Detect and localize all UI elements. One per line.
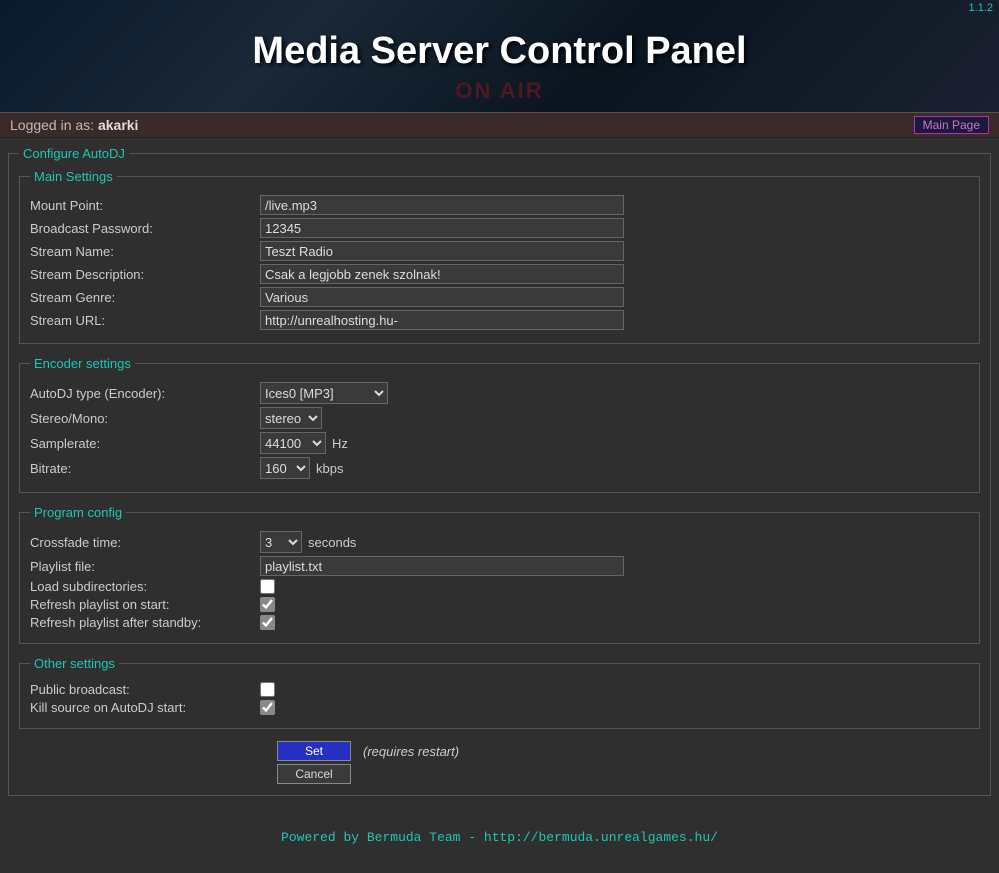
refresh-start-checkbox[interactable]: [260, 597, 275, 612]
public-checkbox[interactable]: [260, 682, 275, 697]
encoder-legend: Encoder settings: [30, 356, 135, 371]
kill-source-label: Kill source on AutoDJ start:: [30, 700, 260, 715]
encoder-type-select[interactable]: Ices0 [MP3]: [260, 382, 388, 404]
footer-link[interactable]: http://bermuda.unrealgames.hu/: [484, 830, 718, 845]
playlist-label: Playlist file:: [30, 559, 260, 574]
crossfade-label: Crossfade time:: [30, 535, 260, 550]
subdirs-checkbox[interactable]: [260, 579, 275, 594]
stereo-select[interactable]: stereo: [260, 407, 322, 429]
hz-suffix: Hz: [332, 436, 348, 451]
configure-autodj-fieldset: Configure AutoDJ Main Settings Mount Poi…: [8, 146, 991, 796]
samplerate-label: Samplerate:: [30, 436, 260, 451]
samplerate-select[interactable]: 44100: [260, 432, 326, 454]
refresh-start-label: Refresh playlist on start:: [30, 597, 260, 612]
stream-genre-label: Stream Genre:: [30, 290, 260, 305]
subdirs-label: Load subdirectories:: [30, 579, 260, 594]
main-settings-fieldset: Main Settings Mount Point: Broadcast Pas…: [19, 169, 980, 344]
footer: Powered by Bermuda Team - http://bermuda…: [0, 816, 999, 863]
stereo-label: Stereo/Mono:: [30, 411, 260, 426]
public-label: Public broadcast:: [30, 682, 260, 697]
refresh-standby-label: Refresh playlist after standby:: [30, 615, 260, 630]
stream-name-input[interactable]: [260, 241, 624, 261]
main-settings-legend: Main Settings: [30, 169, 117, 184]
banner: 1.1.2 Media Server Control Panel ON AIR: [0, 0, 999, 112]
seconds-suffix: seconds: [308, 535, 356, 550]
stream-url-input[interactable]: [260, 310, 624, 330]
kill-source-checkbox[interactable]: [260, 700, 275, 715]
set-button[interactable]: Set: [277, 741, 351, 761]
crossfade-select[interactable]: 3: [260, 531, 302, 553]
mount-label: Mount Point:: [30, 198, 260, 213]
password-input[interactable]: [260, 218, 624, 238]
other-legend: Other settings: [30, 656, 119, 671]
topbar: Logged in as: akarki Main Page: [0, 112, 999, 138]
onair-text: ON AIR: [455, 78, 543, 104]
outer-legend: Configure AutoDJ: [19, 146, 129, 161]
bitrate-label: Bitrate:: [30, 461, 260, 476]
refresh-standby-checkbox[interactable]: [260, 615, 275, 630]
program-config-fieldset: Program config Crossfade time:3 seconds P…: [19, 505, 980, 644]
kbps-suffix: kbps: [316, 461, 343, 476]
version-label: 1.1.2: [969, 2, 993, 14]
encoder-type-label: AutoDJ type (Encoder):: [30, 386, 260, 401]
mount-input[interactable]: [260, 195, 624, 215]
stream-desc-input[interactable]: [260, 264, 624, 284]
restart-note: (requires restart): [363, 744, 459, 759]
stream-desc-label: Stream Description:: [30, 267, 260, 282]
playlist-input[interactable]: [260, 556, 624, 576]
main-page-button[interactable]: Main Page: [914, 116, 989, 134]
other-settings-fieldset: Other settings Public broadcast: Kill so…: [19, 656, 980, 729]
username: akarki: [98, 117, 138, 133]
banner-title: Media Server Control Panel: [252, 30, 746, 73]
stream-url-label: Stream URL:: [30, 313, 260, 328]
encoder-settings-fieldset: Encoder settings AutoDJ type (Encoder):I…: [19, 356, 980, 493]
password-label: Broadcast Password:: [30, 221, 260, 236]
logged-in-text: Logged in as: akarki: [10, 117, 138, 133]
stream-name-label: Stream Name:: [30, 244, 260, 259]
cancel-button[interactable]: Cancel: [277, 764, 351, 784]
bitrate-select[interactable]: 160: [260, 457, 310, 479]
program-legend: Program config: [30, 505, 126, 520]
stream-genre-input[interactable]: [260, 287, 624, 307]
